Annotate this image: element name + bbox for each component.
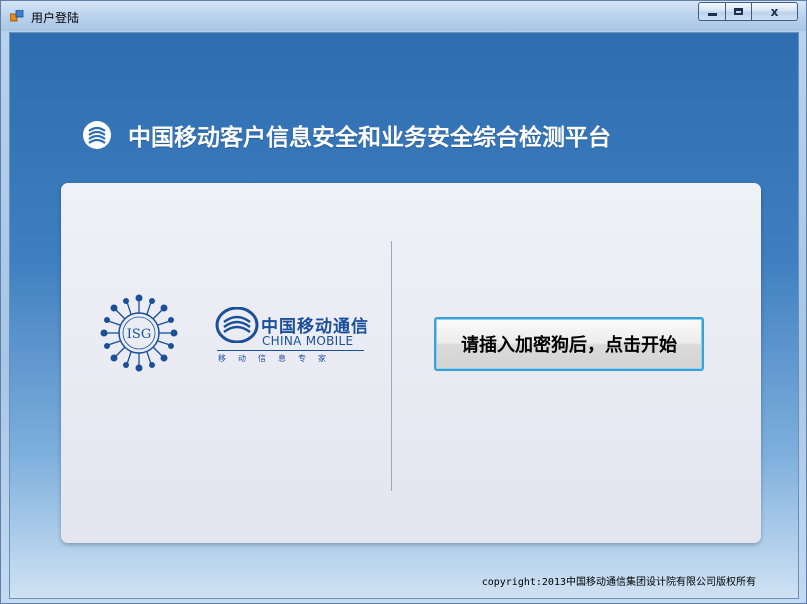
copyright-text: copyright:2013中国移动通信集团设计院有限公司版权所有 <box>481 577 756 588</box>
isg-logo: ISG <box>100 294 178 372</box>
brand-slogan: 移动信息专家 <box>218 354 338 363</box>
china-mobile-icon <box>83 121 111 149</box>
client-area: 中国移动客户信息安全和业务安全综合检测平台 ISG 中国移动通信 CHINA M… <box>9 32 799 599</box>
minimize-icon <box>707 13 717 16</box>
page-title: 中国移动客户信息安全和业务安全综合检测平台 <box>128 125 611 151</box>
maximize-button[interactable] <box>725 2 751 21</box>
china-mobile-logo-icon <box>215 307 259 343</box>
title-bar[interactable]: 用户登陆 x <box>1 1 806 31</box>
window-title: 用户登陆 <box>31 11 80 25</box>
app-window: 用户登陆 x 中国移动客户信息安全和业务安全综合检测平台 ISG 中国移动通信 … <box>0 0 807 604</box>
panel-divider <box>391 241 392 491</box>
login-panel: ISG 中国移动通信 CHINA MOBILE 移动信息专家 请插入加密狗后，点… <box>61 183 761 543</box>
start-button[interactable]: 请插入加密狗后，点击开始 <box>434 317 704 371</box>
close-button[interactable]: x <box>751 2 798 21</box>
minimize-button[interactable] <box>698 2 725 21</box>
maximize-icon <box>734 8 743 15</box>
window-controls: x <box>698 2 798 22</box>
brand-divider <box>217 350 364 351</box>
app-icon <box>10 10 24 22</box>
header: 中国移动客户信息安全和业务安全综合检测平台 <box>82 117 611 153</box>
close-icon: x <box>770 4 779 19</box>
isg-logo-text: ISG <box>127 327 151 342</box>
brand-name-en: CHINA MOBILE <box>262 334 354 348</box>
